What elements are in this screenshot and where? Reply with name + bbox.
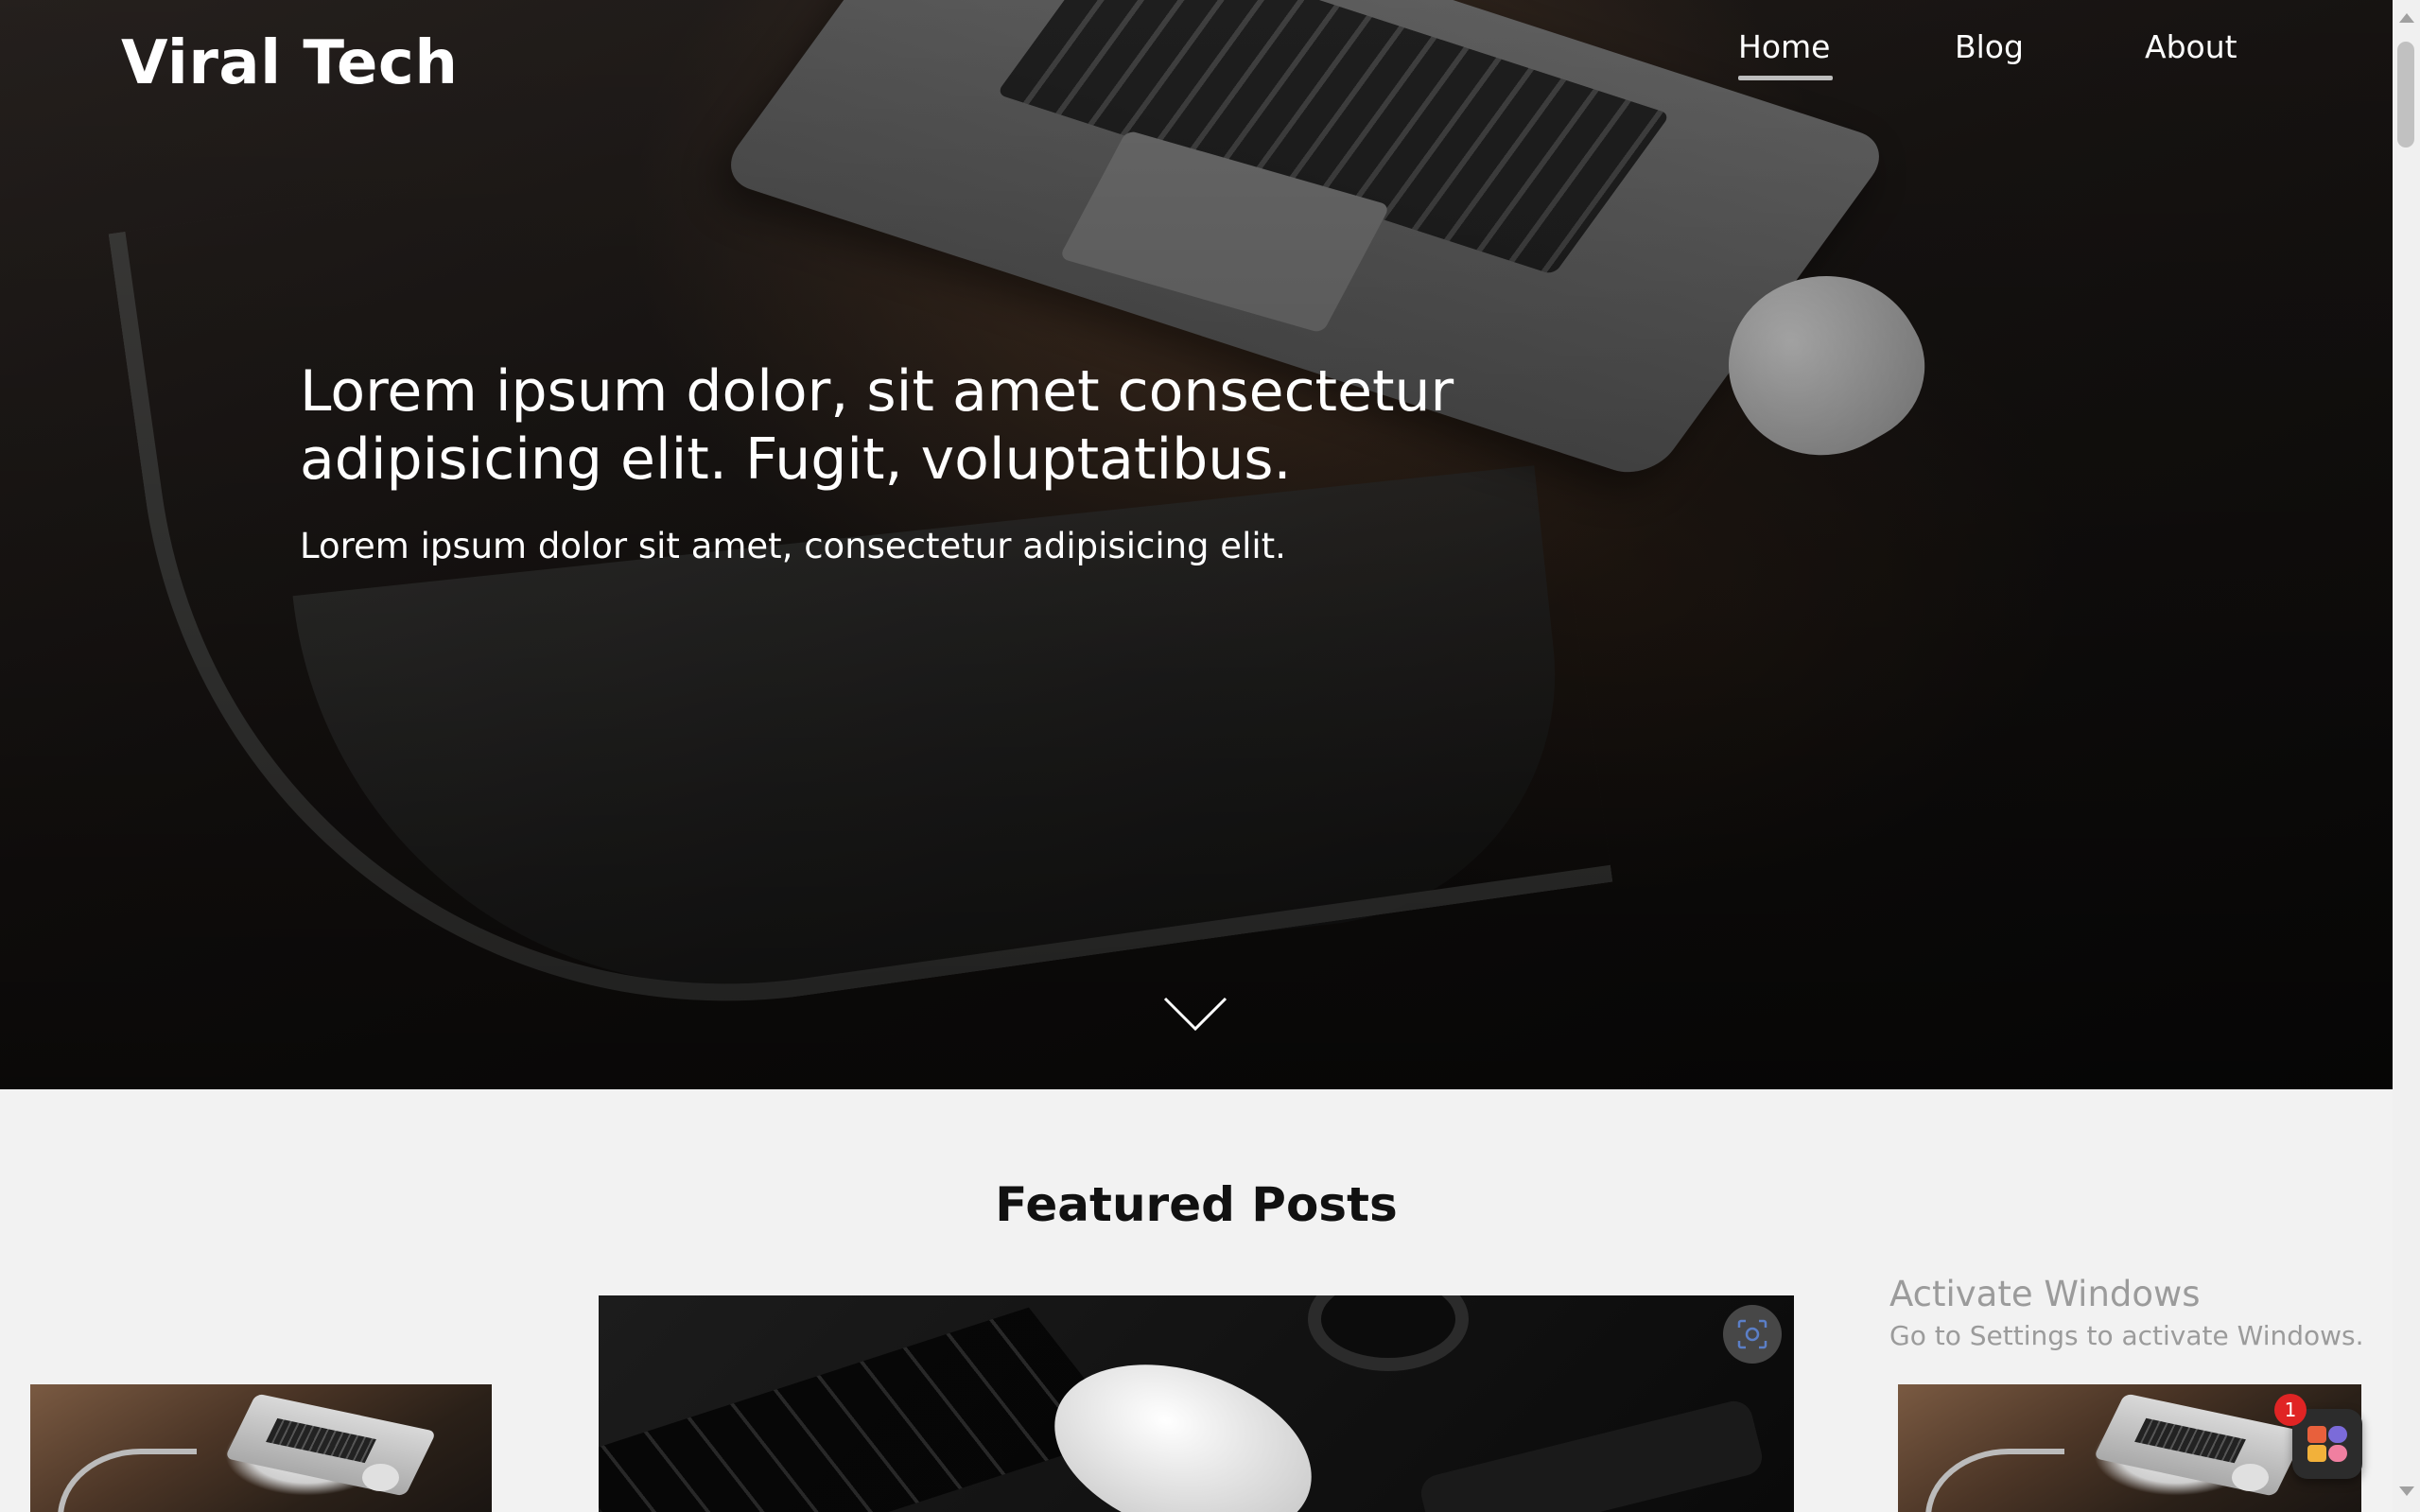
featured-post-card-center[interactable] — [599, 1295, 1794, 1512]
watermark-title: Activate Windows — [1889, 1274, 2201, 1314]
hero-section: Viral Tech Home Blog About Lorem ipsum d… — [0, 0, 2393, 1089]
scroll-up-arrow-icon[interactable] — [2399, 13, 2414, 23]
chevron-down-icon[interactable] — [1161, 993, 1229, 1034]
scrollbar-thumb[interactable] — [2397, 42, 2414, 148]
watermark-subtitle: Go to Settings to activate Windows. — [1889, 1320, 2364, 1351]
thumb-chair-shape — [1925, 1448, 2065, 1512]
page: Viral Tech Home Blog About Lorem ipsum d… — [0, 0, 2420, 1512]
hero-title: Lorem ipsum dolor, sit amet consectetur … — [300, 358, 1454, 493]
hero-subtitle: Lorem ipsum dolor sit amet, consectetur … — [300, 526, 1286, 566]
thumb-chair-shape — [58, 1448, 197, 1512]
thumb-watch-strap-shape — [1417, 1397, 1767, 1512]
featured-post-card-left[interactable] — [30, 1384, 492, 1512]
post-thumbnail-workspace — [599, 1295, 1794, 1512]
thumb-mouse-shape — [2231, 1463, 2269, 1492]
featured-posts-heading: Featured Posts — [995, 1177, 1398, 1232]
nav-blog-link[interactable]: Blog — [1955, 28, 2024, 65]
brand-logo[interactable]: Viral Tech — [121, 28, 458, 98]
visual-search-icon[interactable] — [1723, 1305, 1782, 1364]
thumb-keyboard-shape — [599, 1307, 1128, 1512]
thumb-camera-lens-shape — [1308, 1295, 1469, 1371]
notification-badge: 1 — [2274, 1394, 2307, 1426]
scroll-down-arrow-icon[interactable] — [2399, 1486, 2414, 1496]
nav-active-indicator — [1738, 76, 1833, 80]
nav-home-link[interactable]: Home — [1738, 28, 1830, 65]
page-scrollbar[interactable] — [2393, 0, 2420, 1512]
windows-activation-watermark: Activate Windows Go to Settings to activ… — [1889, 1274, 2364, 1351]
thumb-mouse-shape — [1032, 1333, 1334, 1512]
nav-about-link[interactable]: About — [2145, 28, 2237, 65]
post-thumbnail-desk — [30, 1384, 492, 1512]
